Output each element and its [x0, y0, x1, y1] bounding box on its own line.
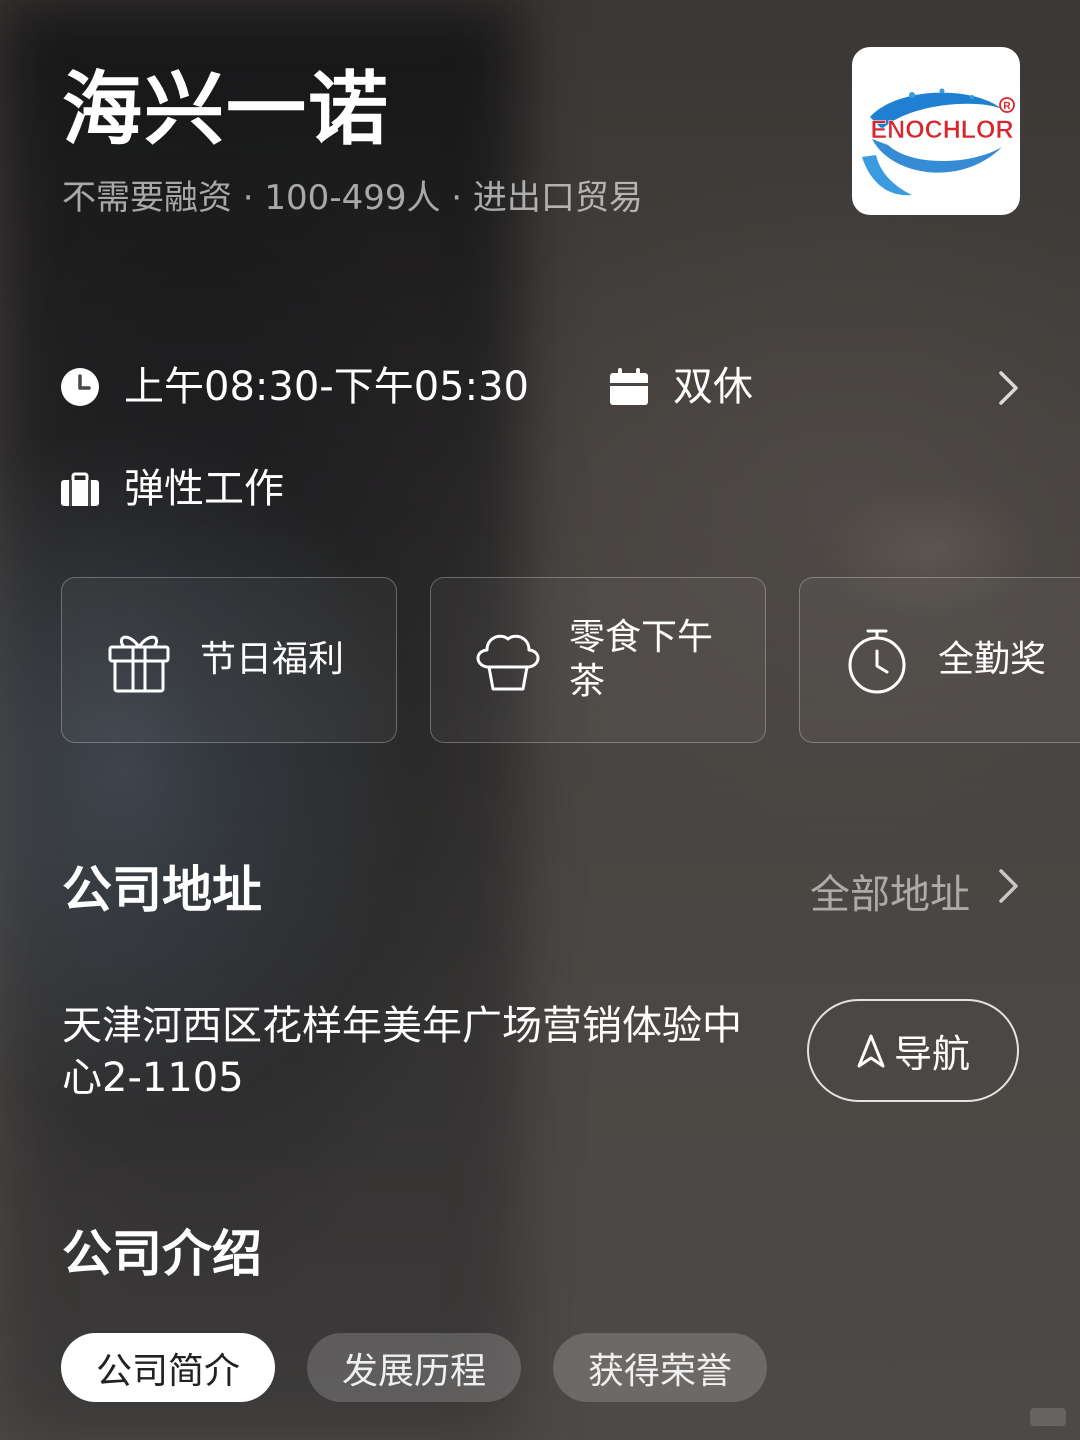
benefit-label: 节日福利 — [200, 639, 345, 680]
work-hours: 上午08:30-下午05:30 — [124, 364, 529, 410]
company-name: 海兴一诺 — [62, 63, 390, 156]
rest-days: 双休 — [673, 364, 753, 410]
address-text: 天津河西区花样年美年广场营销体验中心2-1105 — [62, 1003, 742, 1101]
logo-text: ENOCHLOR — [870, 116, 1013, 144]
tab-honors[interactable]: 获得荣誉 — [553, 1333, 767, 1402]
chevron-right-icon[interactable] — [998, 370, 1020, 410]
rest-days-row[interactable]: 双休 — [609, 362, 753, 412]
benefit-label: 全勤奖 — [938, 639, 1047, 680]
tab-development-history[interactable]: 发展历程 — [307, 1333, 521, 1402]
navigate-button[interactable]: 导航 — [807, 999, 1019, 1102]
company-meta: 不需要融资 · 100-499人 · 进出口贸易 — [62, 178, 643, 218]
all-addresses-link[interactable]: 全部地址 — [810, 862, 1020, 920]
company-logo: R ENOCHLOR — [852, 47, 1020, 215]
address-section-title: 公司地址 — [62, 861, 262, 919]
navigation-arrow-icon — [856, 1033, 886, 1069]
watermark — [1030, 1408, 1066, 1426]
clock-icon — [60, 367, 100, 407]
chevron-right-icon — [998, 868, 1020, 914]
work-hours-row[interactable]: 上午08:30-下午05:30 — [60, 362, 529, 412]
gift-icon — [104, 625, 174, 695]
benefit-card-holiday[interactable]: 节日福利 — [61, 577, 397, 743]
all-addresses-label: 全部地址 — [810, 872, 970, 918]
work-style: 弹性工作 — [124, 466, 284, 512]
briefcase-icon — [60, 469, 100, 509]
benefit-label: 零食下午茶 — [569, 617, 714, 702]
calendar-icon — [609, 367, 649, 407]
cupcake-icon — [473, 625, 543, 695]
benefit-card-attendance[interactable]: 全勤奖 — [799, 577, 1080, 743]
intro-section-title: 公司介绍 — [62, 1225, 262, 1283]
svg-text:R: R — [1003, 101, 1011, 112]
navigate-label: 导航 — [893, 1032, 970, 1076]
work-style-row: 弹性工作 — [60, 464, 284, 514]
stopwatch-icon — [842, 625, 912, 695]
tab-company-profile[interactable]: 公司简介 — [61, 1333, 275, 1402]
benefit-card-snacks[interactable]: 零食下午茶 — [430, 577, 766, 743]
